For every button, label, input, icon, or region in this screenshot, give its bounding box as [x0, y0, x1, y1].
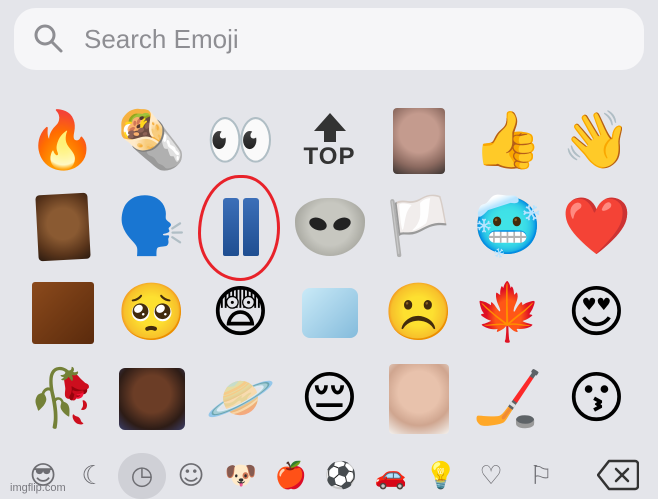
emoji-cold-face[interactable]: 🥶: [463, 184, 552, 270]
ice-icon: [301, 288, 358, 338]
pleading-face-icon: 🥺: [116, 280, 187, 345]
burrito-icon: 🌯: [116, 108, 187, 173]
category-toolbar: 😎 ☾ ◷ ☺ 🐶 🍎 ⚽ 🚗 💡 ♡ ⚐: [0, 452, 658, 499]
apple-icon: 🍎: [274, 460, 308, 491]
emoji-speaking-head[interactable]: 🗣️: [107, 184, 196, 270]
heart-eyes-icon: 😍: [567, 280, 626, 345]
search-icon: [34, 24, 63, 53]
emoji-kissing-face[interactable]: 😗: [552, 356, 641, 442]
emoji-white-flag[interactable]: 🏳️: [374, 184, 463, 270]
soccer-ball-icon: ⚽: [324, 460, 358, 491]
tab-symbols[interactable]: ♡: [466, 452, 516, 499]
emoji-man-headset[interactable]: [107, 356, 196, 442]
emoji-red-heart[interactable]: ❤️: [552, 184, 641, 270]
kissing-face-icon: 😗: [567, 366, 626, 431]
emoji-jeans[interactable]: [196, 175, 285, 281]
dog-icon: 🐶: [224, 460, 258, 491]
flag-icon: ⚐: [529, 460, 553, 491]
fire-icon: 🔥: [27, 108, 98, 173]
delete-icon[interactable]: [597, 458, 639, 492]
brown-square-icon: [31, 282, 94, 344]
pensive-face-icon: 😔: [300, 366, 359, 431]
emoji-wilted-flower[interactable]: 🥀: [18, 356, 107, 442]
tab-animals[interactable]: 🐶: [216, 452, 266, 499]
tab-objects[interactable]: 💡: [416, 452, 466, 499]
heart-outline-icon: ♡: [479, 460, 503, 491]
red-circle-annotation: [197, 175, 280, 281]
emoji-pleading-face[interactable]: 🥺: [107, 270, 196, 356]
tab-recent[interactable]: ◷: [118, 452, 166, 499]
tab-flags[interactable]: ⚐: [516, 452, 566, 499]
emoji-grid: 🔥 🌯 👀 TOP 👍 👋 🗣️ 🏳️ 🥶 ❤️ 🥺 😨 ☹️ 🍁 😍 🥀 🪐 …: [18, 98, 640, 442]
top-label: TOP: [303, 143, 356, 170]
emoji-heart-eyes[interactable]: 😍: [552, 270, 641, 356]
watermark: imgflip.com: [10, 482, 66, 494]
thumbs-up-icon: 👍: [472, 108, 543, 173]
man-headset-image: [118, 368, 185, 430]
jeans-highlight: [197, 175, 281, 281]
tab-activity[interactable]: ⚽: [316, 452, 366, 499]
emoji-old-man[interactable]: [374, 98, 463, 184]
emoji-top[interactable]: TOP: [285, 98, 374, 184]
speaking-head-icon: 🗣️: [116, 194, 187, 259]
boy-face-image: [388, 364, 449, 434]
frowning-face-icon: ☹️: [383, 280, 454, 345]
search-input[interactable]: [84, 19, 624, 59]
waving-hand-icon: 👋: [561, 108, 632, 173]
lightbulb-icon: 💡: [424, 460, 458, 491]
clock-icon: ◷: [130, 460, 154, 491]
maple-leaf-icon: 🍁: [472, 280, 543, 345]
eyes-icon: 👀: [205, 108, 276, 173]
emoji-burrito[interactable]: 🌯: [107, 98, 196, 184]
emoji-pensive-face[interactable]: 😔: [285, 356, 374, 442]
emoji-ringed-planet[interactable]: 🪐: [196, 356, 285, 442]
emoji-frowning-face[interactable]: ☹️: [374, 270, 463, 356]
smiley-icon: ☺: [177, 460, 205, 491]
wilted-flower-icon: 🥀: [27, 366, 98, 431]
emoji-waving-hand[interactable]: 👋: [552, 98, 641, 184]
car-icon: 🚗: [374, 460, 408, 491]
white-flag-icon: 🏳️: [383, 194, 454, 259]
cold-face-icon: 🥶: [472, 194, 543, 259]
meme-face-image: [34, 192, 91, 262]
emoji-boy-face[interactable]: [374, 356, 463, 442]
ice-hockey-icon: 🏒: [472, 366, 543, 431]
emoji-fire[interactable]: 🔥: [18, 98, 107, 184]
sticker-icon: ☾: [81, 460, 105, 491]
emoji-eyes[interactable]: 👀: [196, 98, 285, 184]
emoji-search-bar[interactable]: [14, 8, 644, 70]
emoji-meme-face[interactable]: [18, 184, 107, 270]
fearful-face-icon: 😨: [211, 280, 270, 345]
tab-stickers[interactable]: ☾: [68, 452, 118, 499]
red-heart-icon: ❤️: [561, 194, 632, 259]
emoji-ice[interactable]: [285, 270, 374, 356]
ringed-planet-icon: 🪐: [205, 366, 276, 431]
emoji-alien[interactable]: [285, 184, 374, 270]
alien-face-image: [294, 198, 365, 256]
old-man-face-image: [392, 108, 445, 174]
emoji-ice-hockey[interactable]: 🏒: [463, 356, 552, 442]
tab-food[interactable]: 🍎: [266, 452, 316, 499]
top-arrow-icon: TOP: [304, 113, 356, 169]
tab-smileys[interactable]: ☺: [166, 452, 216, 499]
emoji-brown-square[interactable]: [18, 270, 107, 356]
emoji-thumbs-up[interactable]: 👍: [463, 98, 552, 184]
emoji-maple-leaf[interactable]: 🍁: [463, 270, 552, 356]
emoji-fearful-face[interactable]: 😨: [196, 270, 285, 356]
tab-travel[interactable]: 🚗: [366, 452, 416, 499]
